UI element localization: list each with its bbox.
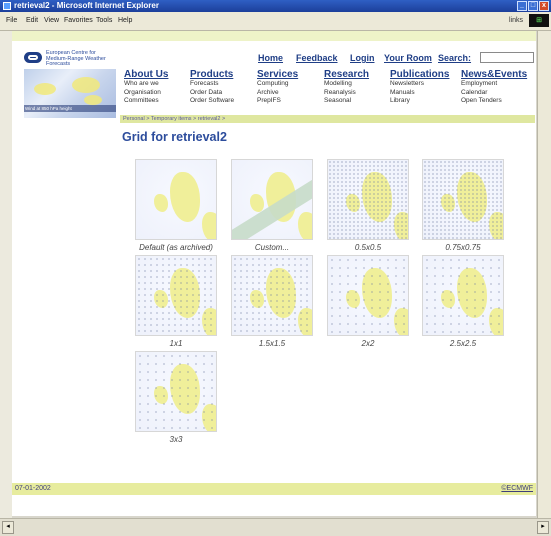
mainnav-about-sub-0[interactable]: Who are we [124, 80, 168, 89]
mainnav-research-head[interactable]: Research [324, 69, 369, 80]
ecmwf-logo-mark-icon [24, 52, 42, 63]
grid-points [423, 256, 503, 335]
grid-points [328, 256, 408, 335]
header-band [12, 31, 536, 41]
weather-blob [84, 95, 102, 105]
mainnav-publications-sub-1[interactable]: Manuals [390, 89, 449, 98]
weather-blob [34, 83, 56, 95]
map-land-europe [298, 212, 312, 239]
grid-thumbnail[interactable] [422, 159, 504, 240]
map-land-ireland [154, 194, 168, 212]
mainnav-news-sub-0[interactable]: Employment [461, 80, 527, 89]
grid-option-label[interactable]: Default (as archived) [135, 243, 217, 252]
mainnav-products-sub-0[interactable]: Forecasts [190, 80, 234, 89]
grid-thumbnail[interactable] [327, 159, 409, 240]
mainnav-services: Services Computing Archive PrepIFS [257, 69, 298, 106]
nav-your-room[interactable]: Your Room [384, 53, 432, 63]
left-frame-edge [0, 31, 12, 518]
mainnav-about-sub-2[interactable]: Committees [124, 97, 168, 106]
mainnav-about: About Us Who are we Organisation Committ… [124, 69, 168, 106]
nav-login[interactable]: Login [350, 53, 375, 63]
close-button[interactable]: x [539, 1, 549, 11]
grid-thumbnail[interactable] [231, 159, 313, 240]
grid-option-label[interactable]: 1.5x1.5 [231, 339, 313, 348]
grid-option-label[interactable]: Custom... [231, 243, 313, 252]
mainnav-about-us[interactable]: About Us [124, 69, 168, 80]
menu-bar: File Edit View Favorites Tools Help link… [0, 12, 551, 31]
menu-edit[interactable]: Edit [26, 17, 38, 24]
menu-tools[interactable]: Tools [96, 17, 112, 24]
nav-search-label: Search: [438, 53, 472, 63]
vertical-scrollbar[interactable] [537, 31, 551, 518]
mainnav-news-sub-2[interactable]: Open Tenders [461, 97, 527, 106]
footer-copyright[interactable]: ©ECMWF [501, 483, 533, 495]
grid-thumbnail[interactable] [135, 159, 217, 240]
weather-blob [72, 77, 100, 93]
grid-option-label[interactable]: 3x3 [135, 435, 217, 444]
breadcrumb[interactable]: Personal > Temporary items > retrieval2 … [120, 115, 535, 123]
nav-feedback[interactable]: Feedback [296, 53, 338, 63]
maximize-button[interactable]: □ [528, 1, 538, 11]
page-title: Grid for retrieval2 [122, 130, 227, 144]
grid-points [328, 160, 408, 239]
mainnav-research-sub-2[interactable]: Seasonal [324, 97, 369, 106]
mainnav-products-head[interactable]: Products [190, 69, 234, 80]
scroll-right-icon[interactable]: ▸ [537, 521, 549, 534]
horizontal-scrollbar[interactable]: ◂ ▸ [0, 518, 551, 536]
map-land-europe [202, 212, 216, 239]
grid-points [136, 256, 216, 335]
grid-option-label[interactable]: 0.75x0.75 [422, 243, 504, 252]
mainnav-research-sub-0[interactable]: Modelling [324, 80, 369, 89]
mainnav-services-sub-0[interactable]: Computing [257, 80, 298, 89]
menu-view[interactable]: View [44, 17, 59, 24]
nav-home[interactable]: Home [258, 53, 283, 63]
mainnav-publications-sub-2[interactable]: Library [390, 97, 449, 106]
mainnav-news-events-head[interactable]: News&Events [461, 69, 527, 80]
ecmwf-logo[interactable]: European Centre for Medium-Range Weather… [24, 50, 116, 67]
footer-bar: 07-01-2002 ©ECMWF [12, 483, 536, 495]
mainnav-news-sub-1[interactable]: Calendar [461, 89, 527, 98]
grid-thumbnail[interactable] [135, 255, 217, 336]
grid-points [136, 352, 216, 431]
mainnav-products-sub-2[interactable]: Order Software [190, 97, 234, 106]
grid-thumbnail[interactable] [231, 255, 313, 336]
window-title: retrieval2 - Microsoft Internet Explorer [14, 1, 159, 10]
mainnav-publications-sub-0[interactable]: Newsletters [390, 80, 449, 89]
menu-help[interactable]: Help [118, 17, 132, 24]
menu-file[interactable]: File [6, 17, 17, 24]
grid-points [232, 256, 312, 335]
search-input[interactable] [480, 52, 534, 63]
grid-thumbnail[interactable] [327, 255, 409, 336]
mainnav-services-sub-1[interactable]: Archive [257, 89, 298, 98]
mainnav-research: Research Modelling Reanalysis Seasonal [324, 69, 369, 106]
grid-thumbnail[interactable] [135, 351, 217, 432]
mainnav-news-events: News&Events Employment Calendar Open Ten… [461, 69, 527, 106]
mainnav-research-sub-1[interactable]: Reanalysis [324, 89, 369, 98]
mainnav-publications-head[interactable]: Publications [390, 69, 449, 80]
org-name: European Centre for Medium-Range Weather… [46, 50, 106, 67]
grid-thumbnail[interactable] [422, 255, 504, 336]
mainnav-services-sub-2[interactable]: PrepIFS [257, 97, 298, 106]
menu-favorites[interactable]: Favorites [64, 17, 93, 24]
scroll-left-icon[interactable]: ◂ [2, 521, 14, 534]
ie-icon [3, 2, 11, 10]
page-content: European Centre for Medium-Range Weather… [12, 31, 536, 516]
mainnav-products: Products Forecasts Order Data Order Soft… [190, 69, 234, 106]
links-toolbar[interactable]: links [509, 17, 523, 24]
weather-caption: Wind at 850 hPa height [24, 105, 116, 112]
grid-option-label[interactable]: 2x2 [327, 339, 409, 348]
window-titlebar: retrieval2 - Microsoft Internet Explorer… [0, 0, 551, 12]
grid-option-label[interactable]: 1x1 [135, 339, 217, 348]
mainnav-products-sub-1[interactable]: Order Data [190, 89, 234, 98]
map-land-ireland [250, 194, 264, 212]
mainnav-about-sub-1[interactable]: Organisation [124, 89, 168, 98]
windows-logo-icon: ⊞ [529, 14, 549, 27]
grid-option-label[interactable]: 0.5x0.5 [327, 243, 409, 252]
footer-date: 07-01-2002 [15, 485, 51, 492]
minimize-button[interactable]: _ [517, 1, 527, 11]
grid-option-label[interactable]: 2.5x2.5 [422, 339, 504, 348]
grid-points [423, 160, 503, 239]
mainnav-services-head[interactable]: Services [257, 69, 298, 80]
mainnav-publications: Publications Newsletters Manuals Library [390, 69, 449, 106]
